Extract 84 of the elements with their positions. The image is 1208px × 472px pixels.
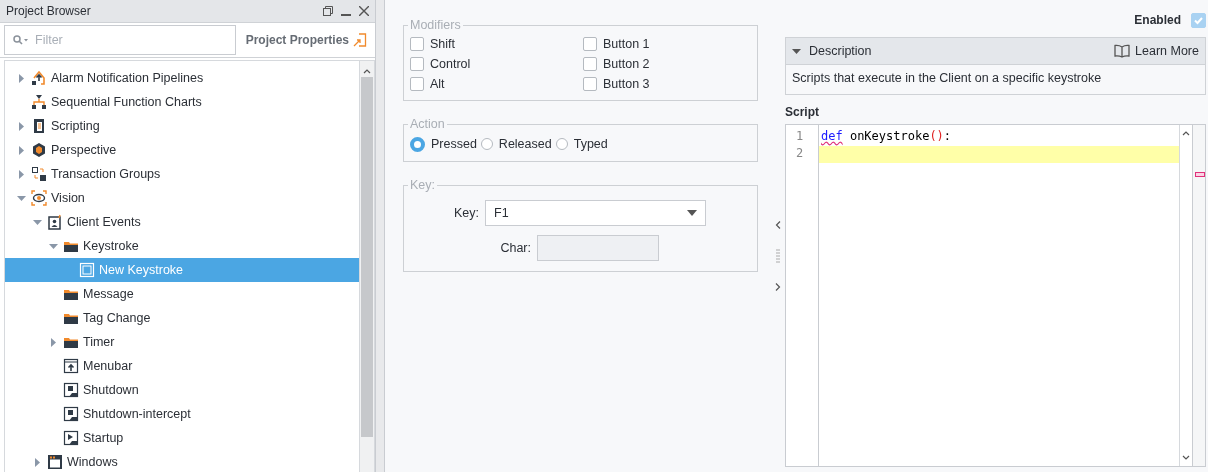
dropdown-caret-icon xyxy=(687,210,697,216)
code-token: onKeystroke xyxy=(848,129,930,143)
modifier-checkbox[interactable]: Alt xyxy=(410,74,583,94)
description-text: Scripts that execute in the Client on a specific keystroke xyxy=(786,64,1205,94)
tree-item[interactable]: Scripting xyxy=(5,114,359,138)
expand-arrow-icon[interactable] xyxy=(16,169,26,179)
open-panel-icon xyxy=(353,33,367,47)
close-icon[interactable] xyxy=(359,6,369,16)
eye-icon xyxy=(31,190,47,206)
startup-icon xyxy=(63,430,79,446)
hexagon-icon xyxy=(31,142,47,158)
modifier-checkbox[interactable]: Control xyxy=(410,54,583,74)
modifier-checkbox[interactable]: Button 3 xyxy=(583,74,751,94)
expand-arrow-icon[interactable] xyxy=(48,337,58,347)
modifier-checkbox[interactable]: Button 2 xyxy=(583,54,751,74)
shutdown-icon xyxy=(63,406,79,422)
tree-item[interactable]: Keystroke xyxy=(5,234,359,258)
line-number: 1 xyxy=(795,129,805,145)
code-token: () xyxy=(929,129,944,143)
splitter-grip-icon[interactable] xyxy=(776,249,780,263)
tree-item[interactable]: Vision xyxy=(5,186,359,210)
expand-right-icon[interactable] xyxy=(775,283,781,291)
filter-field[interactable]: Filter xyxy=(4,25,236,55)
collapse-arrow-icon[interactable] xyxy=(48,241,58,251)
collapse-arrow-icon[interactable] xyxy=(16,193,26,203)
expand-arrow-icon[interactable] xyxy=(16,145,26,155)
tree-item[interactable]: Sequential Function Charts xyxy=(5,90,359,114)
group-title: Action xyxy=(409,117,446,131)
action-radio[interactable]: Typed xyxy=(555,133,608,155)
code-token: def xyxy=(821,129,843,143)
tree-item[interactable]: Transaction Groups xyxy=(5,162,359,186)
learn-more-link[interactable]: Learn More xyxy=(1114,44,1199,58)
enabled-checkbox[interactable] xyxy=(1191,12,1206,28)
key-dropdown[interactable]: F1 xyxy=(485,200,706,226)
code-token: : xyxy=(943,129,952,143)
action-radio[interactable]: Pressed xyxy=(410,133,477,155)
collapse-left-icon[interactable] xyxy=(775,221,781,229)
enabled-label: Enabled xyxy=(1134,13,1181,27)
collapse-arrow-icon[interactable] xyxy=(32,217,42,227)
flowchart-icon xyxy=(31,94,47,110)
key-icon xyxy=(79,262,95,278)
section-label: Script xyxy=(785,105,820,119)
project-properties-button[interactable]: Project Properties xyxy=(241,33,371,47)
tree-item[interactable]: Alarm Notification Pipelines xyxy=(5,66,359,90)
modifier-checkbox[interactable]: Shift xyxy=(410,34,583,54)
code-editor[interactable]: 1 2 def onKeystroke(): xyxy=(785,124,1206,467)
tree-item[interactable]: Windows xyxy=(5,450,359,472)
line-number: 2 xyxy=(795,146,805,162)
expand-arrow-icon[interactable] xyxy=(32,457,42,467)
panel-title: Project Browser xyxy=(6,4,92,18)
pipeline-icon xyxy=(31,70,47,86)
error-marker[interactable] xyxy=(1195,172,1205,177)
tree-item[interactable]: Message xyxy=(5,282,359,306)
tree-item[interactable]: Client Events xyxy=(5,210,359,234)
shutdown-icon xyxy=(63,382,79,398)
scroll-down-icon[interactable] xyxy=(1181,454,1191,462)
script-icon xyxy=(31,118,47,134)
modifier-checkbox[interactable]: Button 1 xyxy=(583,34,751,54)
tree-item[interactable]: Timer xyxy=(5,330,359,354)
collapse-arrow-icon[interactable] xyxy=(792,46,801,56)
person-card-icon xyxy=(47,214,63,230)
group-title: Key: xyxy=(409,178,436,192)
group-title: Modifiers xyxy=(409,18,462,32)
scroll-up-icon[interactable] xyxy=(1181,129,1191,137)
expand-arrow-icon[interactable] xyxy=(16,121,26,131)
char-field[interactable] xyxy=(537,235,659,261)
tree-item[interactable]: Shutdown xyxy=(5,378,359,402)
description-header[interactable]: Description Learn More xyxy=(786,38,1205,64)
section-title: Description xyxy=(809,44,873,58)
scrollbar[interactable] xyxy=(359,61,374,472)
tree-item[interactable]: Startup xyxy=(5,426,359,450)
action-radio[interactable]: Released xyxy=(480,133,552,155)
menubar-icon xyxy=(63,358,79,374)
restore-icon[interactable] xyxy=(323,6,333,16)
tree-item[interactable]: Shutdown-intercept xyxy=(5,402,359,426)
scrollbar-thumb[interactable] xyxy=(361,77,373,437)
expand-arrow-icon[interactable] xyxy=(16,73,26,83)
field-label: Key: xyxy=(453,206,479,220)
transaction-icon xyxy=(31,166,47,182)
tree-item[interactable]: Perspective xyxy=(5,138,359,162)
field-label: Char: xyxy=(499,241,531,255)
tree-item[interactable]: Menubar xyxy=(5,354,359,378)
book-icon xyxy=(1114,44,1131,58)
tree-item[interactable]: Tag Change xyxy=(5,306,359,330)
